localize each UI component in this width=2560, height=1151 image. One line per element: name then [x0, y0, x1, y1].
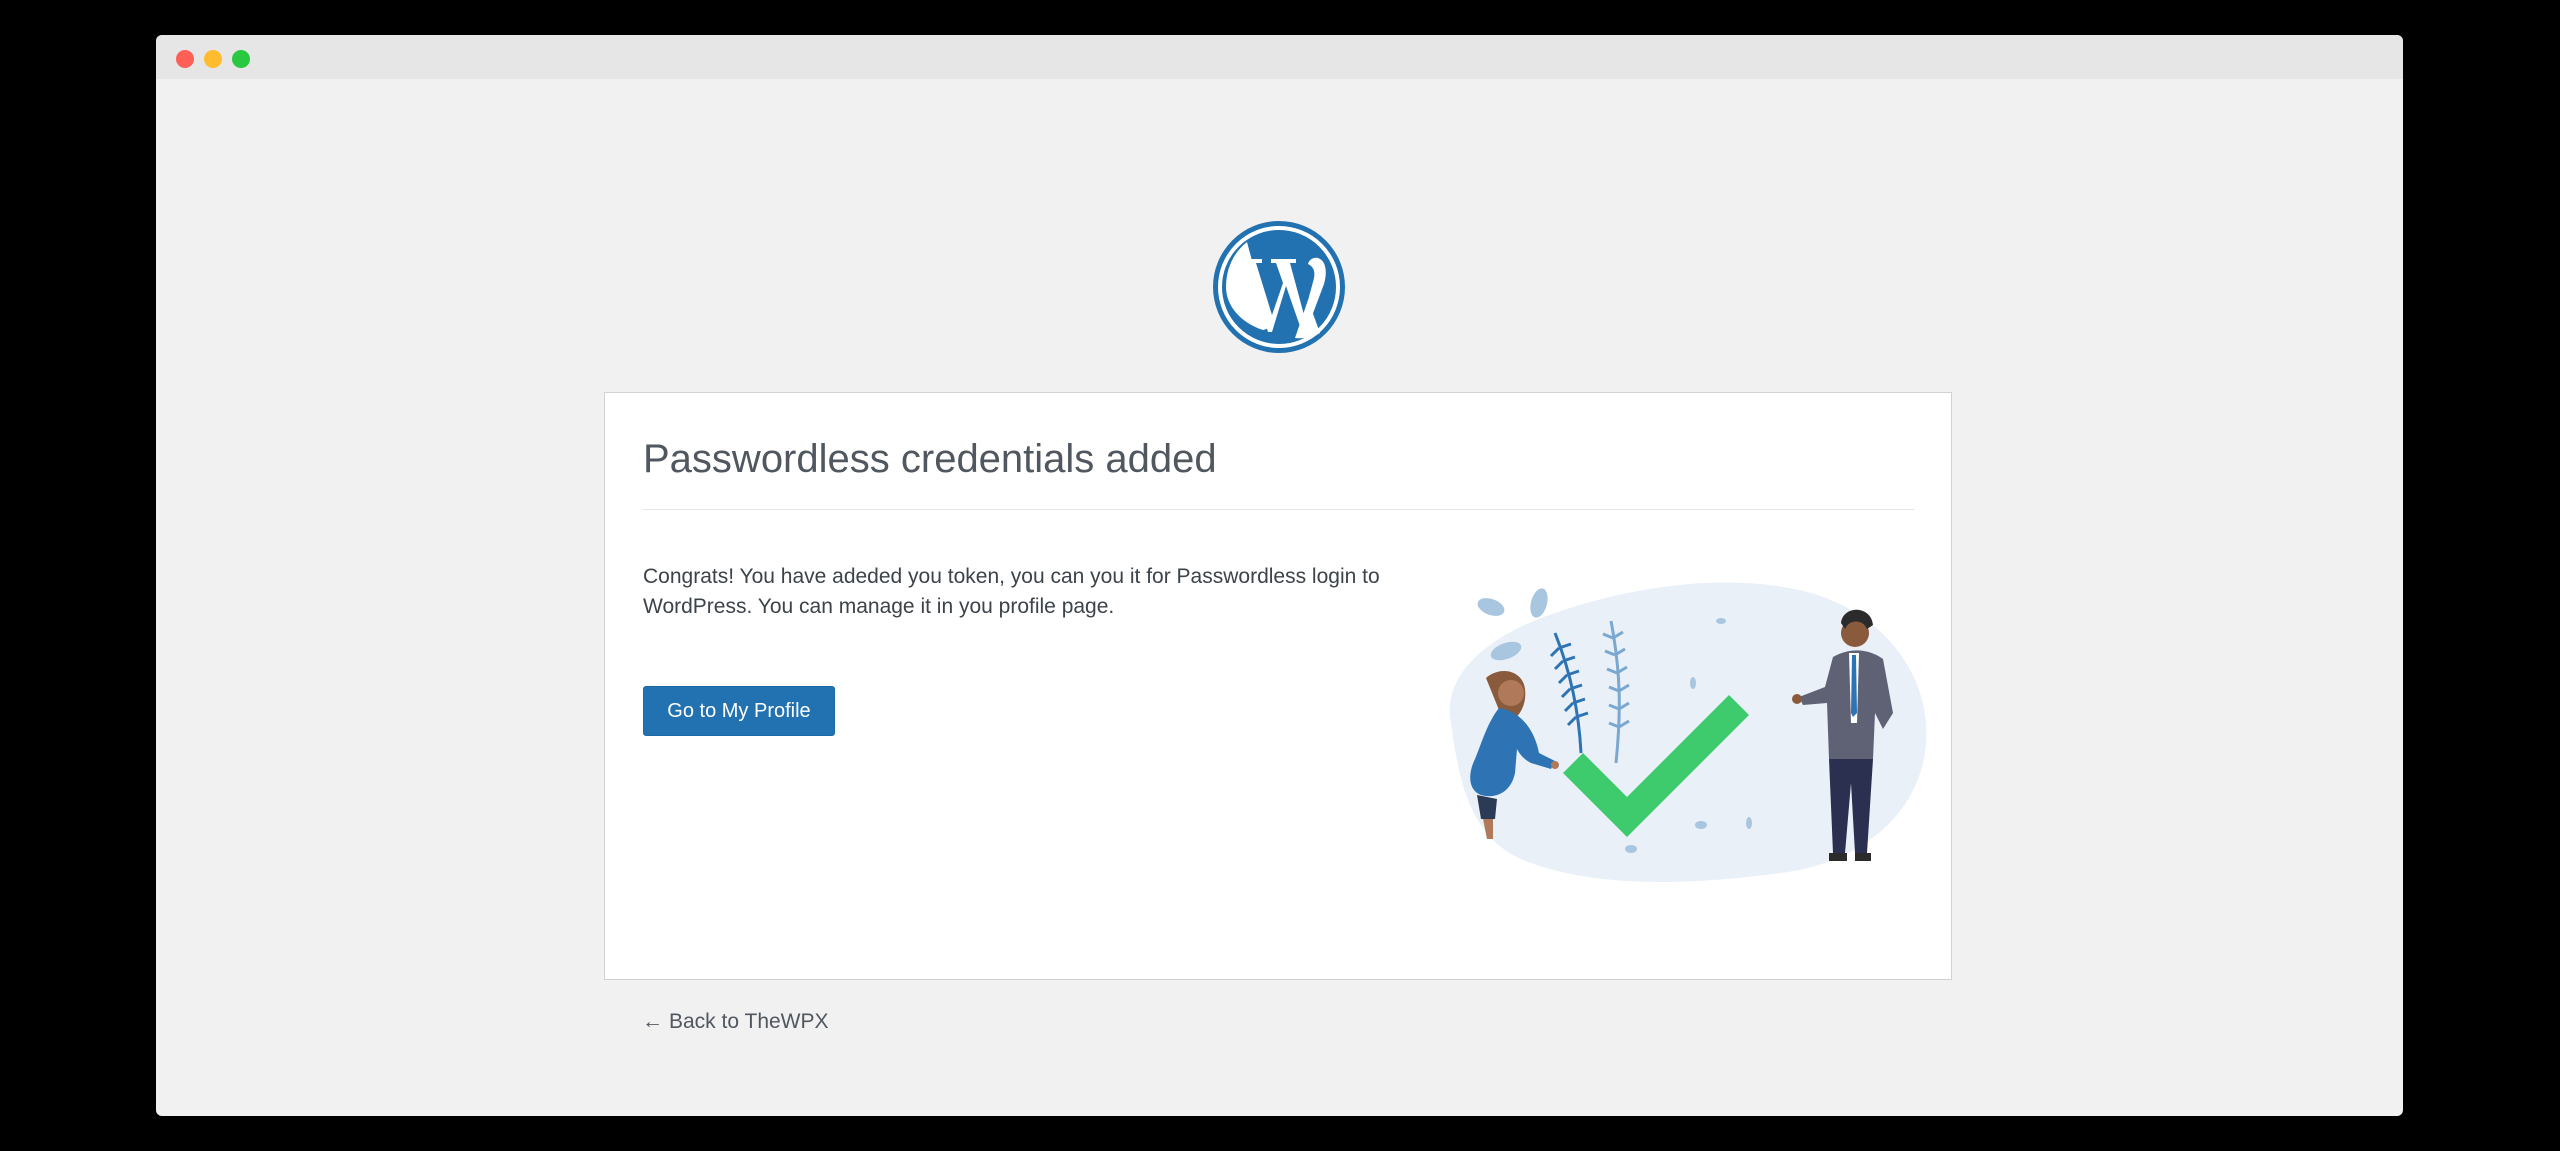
maximize-window-button[interactable] — [232, 50, 250, 68]
title-divider — [643, 509, 1915, 510]
success-card: Passwordless credentials added Congrats!… — [604, 392, 1952, 980]
back-link-label: Back to TheWPX — [669, 1010, 829, 1033]
arrow-left-icon: ← — [642, 1010, 663, 1033]
page-title: Passwordless credentials added — [643, 437, 1217, 481]
back-to-site-link[interactable]: ← Back to TheWPX — [642, 1010, 829, 1034]
browser-window: Passwordless credentials added Congrats!… — [156, 35, 2403, 1116]
success-message: Congrats! You have adeded you token, you… — [643, 565, 1380, 618]
wordpress-logo-icon[interactable] — [1212, 220, 1346, 354]
window-titlebar — [156, 35, 2403, 79]
success-checkmark-illustration — [1449, 582, 1927, 883]
go-to-profile-button[interactable]: Go to My Profile — [643, 686, 835, 736]
close-window-button[interactable] — [176, 50, 194, 68]
minimize-window-button[interactable] — [204, 50, 222, 68]
